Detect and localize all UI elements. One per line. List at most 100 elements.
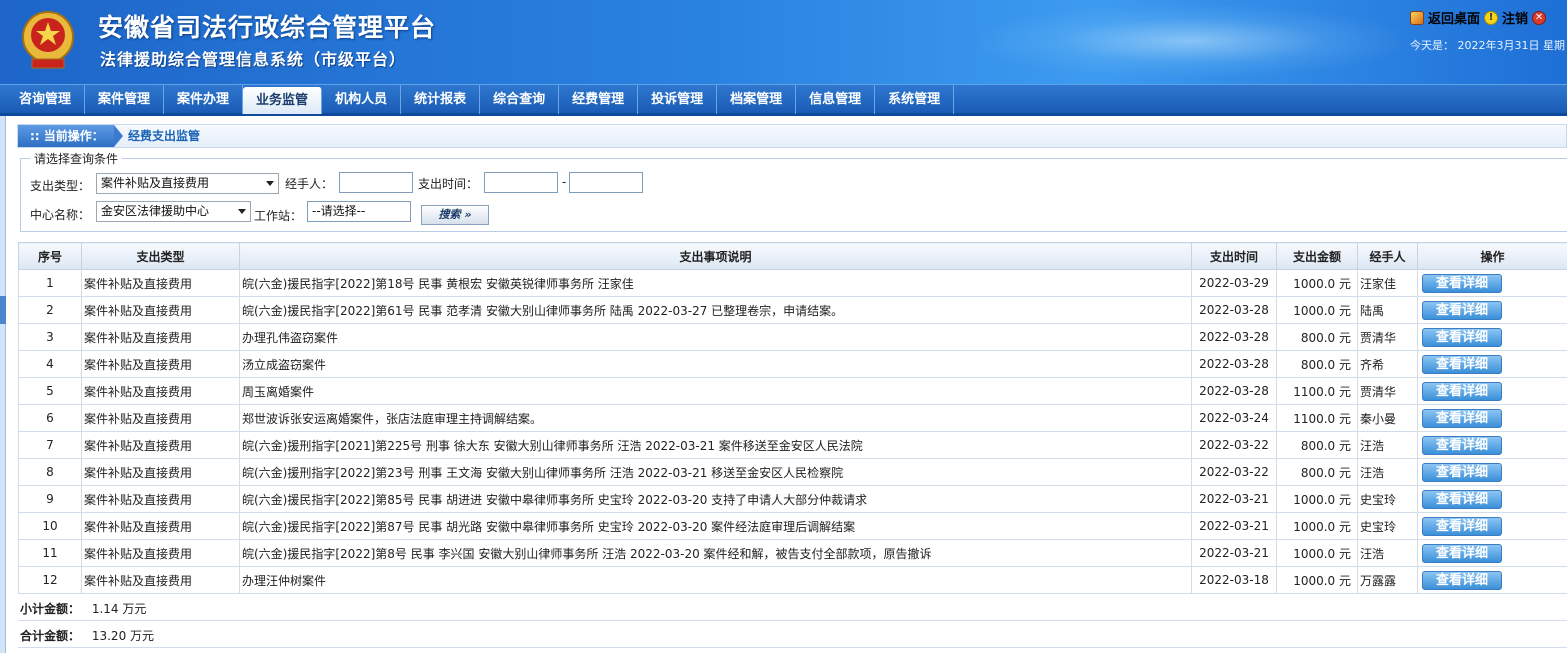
handler-cell: 汪浩: [1357, 458, 1418, 486]
table-row: 8 案件补贴及直接费用 皖(六金)援刑指字[2022]第23号 刑事 王文海 安徽大…: [18, 458, 1567, 486]
table-row: 6 案件补贴及直接费用 郑世波诉张安运离婚案件，张店法庭审理主持调解结案。 2022-…: [18, 404, 1567, 432]
breadcrumb: :: 当前操作： 经费支出监管: [17, 124, 1567, 148]
table-row: 1 案件补贴及直接费用 皖(六金)援民指字[2022]第18号 民事 黄根宏 安徽英…: [18, 269, 1567, 297]
handler-cell: 汪浩: [1357, 431, 1418, 459]
handler-cell: 史宝玲: [1357, 485, 1418, 513]
amount-cell: 1000.0 元: [1276, 539, 1358, 567]
row-number-cell: 3: [18, 323, 82, 351]
expense-date-cell: 2022-03-29: [1191, 269, 1277, 297]
close-icon[interactable]: ✕: [1532, 10, 1547, 25]
operation-cell: 查看详细: [1417, 512, 1567, 540]
view-detail-button[interactable]: 查看详细: [1422, 300, 1502, 320]
divider: [18, 620, 1567, 621]
expense-date-cell: 2022-03-24: [1191, 404, 1277, 432]
view-detail-button[interactable]: 查看详细: [1422, 516, 1502, 536]
row-number-cell: 10: [18, 512, 82, 540]
expense-date-cell: 2022-03-21: [1191, 485, 1277, 513]
top-actions: 返回桌面 ! 注销 ✕: [1410, 8, 1547, 27]
nav-item[interactable]: 经费管理: [559, 85, 639, 114]
operation-cell: 查看详细: [1417, 350, 1567, 378]
operation-cell: 查看详细: [1417, 323, 1567, 351]
column-header: 经手人: [1357, 242, 1418, 270]
warning-icon: !: [1484, 10, 1499, 25]
expense-type-cell: 案件补贴及直接费用: [81, 431, 240, 459]
view-detail-button[interactable]: 查看详细: [1422, 489, 1502, 509]
expense-date-cell: 2022-03-28: [1191, 350, 1277, 378]
description-cell: 皖(六金)援刑指字[2021]第225号 刑事 徐大东 安徽大别山律师事务所 汪…: [239, 431, 1192, 459]
view-detail-button[interactable]: 查看详细: [1422, 273, 1502, 293]
view-detail-button[interactable]: 查看详细: [1422, 354, 1502, 374]
view-detail-button[interactable]: 查看详细: [1422, 327, 1502, 347]
column-header: 序号: [18, 242, 82, 270]
row-number-cell: 9: [18, 485, 82, 513]
nav-item[interactable]: 业务监管: [243, 87, 323, 114]
collapse-handle[interactable]: [0, 296, 6, 324]
operation-cell: 查看详细: [1417, 404, 1567, 432]
expense-type-select[interactable]: 案件补贴及直接费用: [96, 173, 279, 194]
expense-date-cell: 2022-03-21: [1191, 512, 1277, 540]
return-desktop-link[interactable]: 返回桌面: [1428, 8, 1480, 27]
center-name-select[interactable]: 金安区法律援助中心: [96, 201, 251, 222]
nav-item[interactable]: 投诉管理: [638, 85, 718, 114]
search-button[interactable]: 搜索 »: [421, 205, 489, 225]
handler-cell: 贾清华: [1357, 377, 1418, 405]
view-detail-button[interactable]: 查看详细: [1422, 462, 1502, 482]
description-cell: 皖(六金)援民指字[2022]第85号 民事 胡进进 安徽中皋律师事务所 史宝玲…: [239, 485, 1192, 513]
nav-item[interactable]: 系统管理: [875, 85, 955, 114]
workstation-select[interactable]: --请选择--: [307, 201, 411, 222]
app-header: 安徽省司法行政综合管理平台 法律援助综合管理信息系统（市级平台） 返回桌面 ! …: [0, 0, 1567, 84]
table-header-row: 序号 支出类型 支出事项说明 支出时间 支出金额 经手人 操作: [18, 242, 1567, 270]
handler-label: 经手人：: [285, 177, 334, 191]
start-date-input[interactable]: [484, 172, 558, 193]
expense-date-cell: 2022-03-18: [1191, 566, 1277, 594]
expense-type-cell: 案件补贴及直接费用: [81, 539, 240, 567]
expense-table: 序号 支出类型 支出事项说明 支出时间 支出金额 经手人 操作 1 案件补贴及直接费用 皖(六金…: [18, 242, 1567, 594]
handler-cell: 贾清华: [1357, 323, 1418, 351]
view-detail-button[interactable]: 查看详细: [1422, 543, 1502, 563]
nav-item[interactable]: 统计报表: [401, 85, 481, 114]
description-cell: 皖(六金)援民指字[2022]第61号 民事 范孝清 安徽大别山律师事务所 陆禹…: [239, 296, 1192, 324]
nav-item[interactable]: 档案管理: [717, 85, 797, 114]
row-number-cell: 2: [18, 296, 82, 324]
nav-item[interactable]: 案件办理: [164, 85, 244, 114]
amount-cell: 1000.0 元: [1276, 566, 1358, 594]
handler-input[interactable]: [339, 172, 413, 193]
table-row: 11 案件补贴及直接费用 皖(六金)援民指字[2022]第8号 民事 李兴国 安徽大…: [18, 539, 1567, 567]
view-detail-button[interactable]: 查看详细: [1422, 408, 1502, 428]
end-date-input[interactable]: [569, 172, 643, 193]
nav-item[interactable]: 咨询管理: [6, 85, 86, 114]
view-detail-button[interactable]: 查看详细: [1422, 435, 1502, 455]
operation-cell: 查看详细: [1417, 377, 1567, 405]
table-row: 10 案件补贴及直接费用 皖(六金)援民指字[2022]第87号 民事 胡光路 安徽…: [18, 512, 1567, 540]
divider: [18, 647, 1567, 648]
column-header: 支出时间: [1191, 242, 1277, 270]
chevron-down-icon: [238, 209, 246, 214]
description-cell: 郑世波诉张安运离婚案件，张店法庭审理主持调解结案。: [239, 404, 1192, 432]
handler-cell: 齐希: [1357, 350, 1418, 378]
amount-cell: 1100.0 元: [1276, 404, 1358, 432]
expense-type-cell: 案件补贴及直接费用: [81, 404, 240, 432]
nav-item[interactable]: 信息管理: [796, 85, 876, 114]
expense-date-cell: 2022-03-22: [1191, 431, 1277, 459]
description-cell: 周玉离婚案件: [239, 377, 1192, 405]
nav-item[interactable]: 综合查询: [480, 85, 560, 114]
operation-cell: 查看详细: [1417, 296, 1567, 324]
view-detail-button[interactable]: 查看详细: [1422, 570, 1502, 590]
row-number-cell: 7: [18, 431, 82, 459]
handler-cell: 史宝玲: [1357, 512, 1418, 540]
amount-cell: 1000.0 元: [1276, 296, 1358, 324]
platform-title: 安徽省司法行政综合管理平台: [98, 13, 437, 42]
nav-item[interactable]: 机构人员: [322, 85, 402, 114]
amount-cell: 1100.0 元: [1276, 377, 1358, 405]
today-date: 今天是： 2022年3月31日 星期: [1410, 39, 1565, 52]
nav-item[interactable]: 案件管理: [85, 85, 165, 114]
national-emblem-icon: [22, 11, 74, 69]
description-cell: 皖(六金)援民指字[2022]第18号 民事 黄根宏 安徽英锐律师事务所 汪家佳: [239, 269, 1192, 297]
operation-cell: 查看详细: [1417, 458, 1567, 486]
main-nav: 咨询管理 案件管理 案件办理 业务监管 机构人员 统计报表 综合查询 经费管理 投诉管理 档案管理…: [0, 84, 1567, 116]
view-detail-button[interactable]: 查看详细: [1422, 381, 1502, 401]
expense-type-cell: 案件补贴及直接费用: [81, 323, 240, 351]
table-row: 7 案件补贴及直接费用 皖(六金)援刑指字[2021]第225号 刑事 徐大东 安徽…: [18, 431, 1567, 459]
logout-link[interactable]: 注销: [1502, 8, 1528, 27]
row-number-cell: 4: [18, 350, 82, 378]
